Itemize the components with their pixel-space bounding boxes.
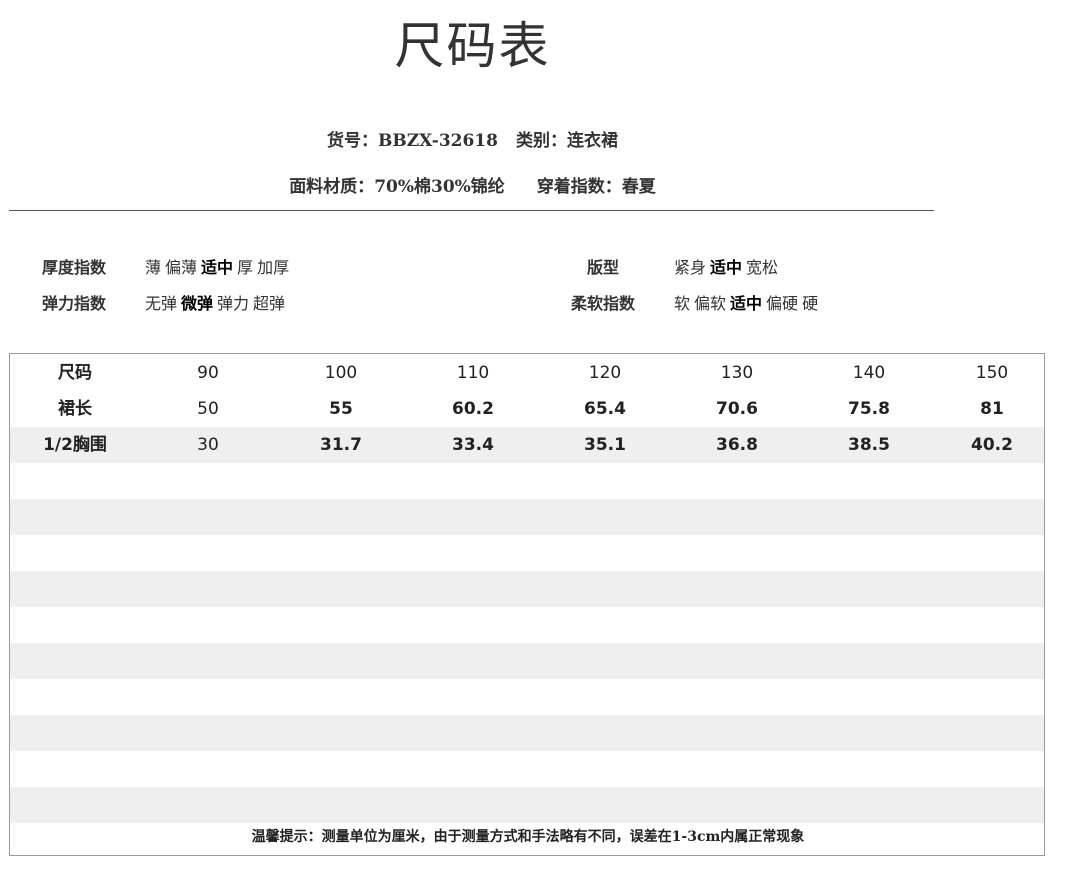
table-row-empty <box>10 571 1044 607</box>
table-row: 尺码 90 100 110 120 130 140 150 <box>10 355 1044 391</box>
page-title: 尺码表 <box>394 17 551 75</box>
table-cell: 60.2 <box>452 399 494 419</box>
attribute-option: 偏薄 <box>165 258 198 277</box>
attribute-option: 紧身 <box>674 258 707 277</box>
thickness-options: 薄偏薄 适中厚加厚 <box>145 254 293 278</box>
table-cell: 33.4 <box>452 435 494 455</box>
footer-note: 温馨提示：测量单位为厘米，由于测量方式和手法略有不同，误差在1-3cm内属正常现… <box>251 829 805 845</box>
table-cell: 38.5 <box>848 435 890 455</box>
meta-line-material: 面料材质：70%棉30%锦纶 穿着指数：春夏 <box>0 172 945 197</box>
item-no-value: BBZX-32618 <box>378 131 498 151</box>
season-label: 穿着指数： <box>536 177 622 197</box>
table-cell: 150 <box>975 363 1009 383</box>
attribute-option: 超弹 <box>253 294 286 313</box>
attribute-option: 加厚 <box>257 258 290 277</box>
header-divider <box>9 210 934 211</box>
table-row-empty <box>10 463 1044 499</box>
table-cell: 40.2 <box>971 435 1013 455</box>
attribute-option: 软 <box>674 294 691 313</box>
table-cell: 120 <box>588 363 622 383</box>
table-row-empty <box>10 607 1044 643</box>
table-row-empty <box>10 643 1044 679</box>
table-row-empty <box>10 499 1044 535</box>
attribute-option: 无弹 <box>145 294 178 313</box>
row-label: 尺码 <box>58 363 92 383</box>
fabric-value: 70%棉30%锦纶 <box>374 177 505 197</box>
item-no-label: 货号： <box>327 131 379 151</box>
attribute-option: 薄 <box>145 258 162 277</box>
attribute-option: 偏硬 <box>766 294 799 313</box>
attribute-option: 偏软 <box>694 294 727 313</box>
attribute-option: 适中 <box>201 258 234 277</box>
table-row: 1/2胸围 30 31.7 33.4 35.1 36.8 38.5 40.2 <box>10 427 1044 463</box>
table-cell: 130 <box>720 363 754 383</box>
category-value: 连衣裙 <box>566 131 618 151</box>
table-cell: 65.4 <box>584 399 626 419</box>
attribute-option: 微弹 <box>181 294 214 313</box>
row-label: 裙长 <box>58 399 92 419</box>
fit-label: 版型 <box>587 258 620 277</box>
table-row: 裙长 50 55 60.2 65.4 70.6 75.8 81 <box>10 391 1044 427</box>
attribute-option: 硬 <box>802 294 819 313</box>
table-cell: 140 <box>852 363 886 383</box>
table-cell: 110 <box>456 363 490 383</box>
table-cell: 36.8 <box>716 435 758 455</box>
table-cell: 90 <box>197 363 219 383</box>
attribute-option: 适中 <box>730 294 763 313</box>
elasticity-options: 无弹 微弹 弹力 超弹 <box>145 290 289 314</box>
table-cell: 55 <box>329 399 353 419</box>
attribute-option: 弹力 <box>217 294 250 313</box>
table-row-empty <box>10 679 1044 715</box>
table-cell: 81 <box>980 399 1004 419</box>
attribute-option: 适中 <box>710 258 743 277</box>
table-cell: 100 <box>324 363 358 383</box>
attribute-option: 宽松 <box>746 258 779 277</box>
table-row-empty <box>10 715 1044 751</box>
table-row-empty <box>10 751 1044 787</box>
season-value: 春夏 <box>621 177 656 197</box>
meta-line-item: 货号：BBZX-32618 类别：连衣裙 <box>0 126 945 151</box>
row-label: 1/2胸围 <box>43 435 107 455</box>
fit-options: 紧身 适中 宽松 <box>674 254 782 278</box>
table-cell: 35.1 <box>584 435 626 455</box>
table-cell: 70.6 <box>716 399 758 419</box>
table-cell: 31.7 <box>320 435 362 455</box>
table-cell: 50 <box>197 399 219 419</box>
thickness-label: 厚度指数 <box>42 258 107 277</box>
table-row-empty <box>10 787 1044 823</box>
attribute-option: 厚 <box>237 258 254 277</box>
table-cell: 75.8 <box>848 399 890 419</box>
table-cell: 30 <box>197 435 219 455</box>
table-row-empty <box>10 535 1044 571</box>
size-table: 尺码 90 100 110 120 130 140 150 裙长 50 55 60.2 65.4 70.6… <box>9 353 1045 856</box>
softness-label: 柔软指数 <box>571 294 636 313</box>
elasticity-label: 弹力指数 <box>42 294 107 313</box>
category-label: 类别： <box>515 131 567 151</box>
fabric-label: 面料材质： <box>289 177 375 197</box>
softness-options: 软偏软 适中 偏硬硬 <box>674 290 822 314</box>
